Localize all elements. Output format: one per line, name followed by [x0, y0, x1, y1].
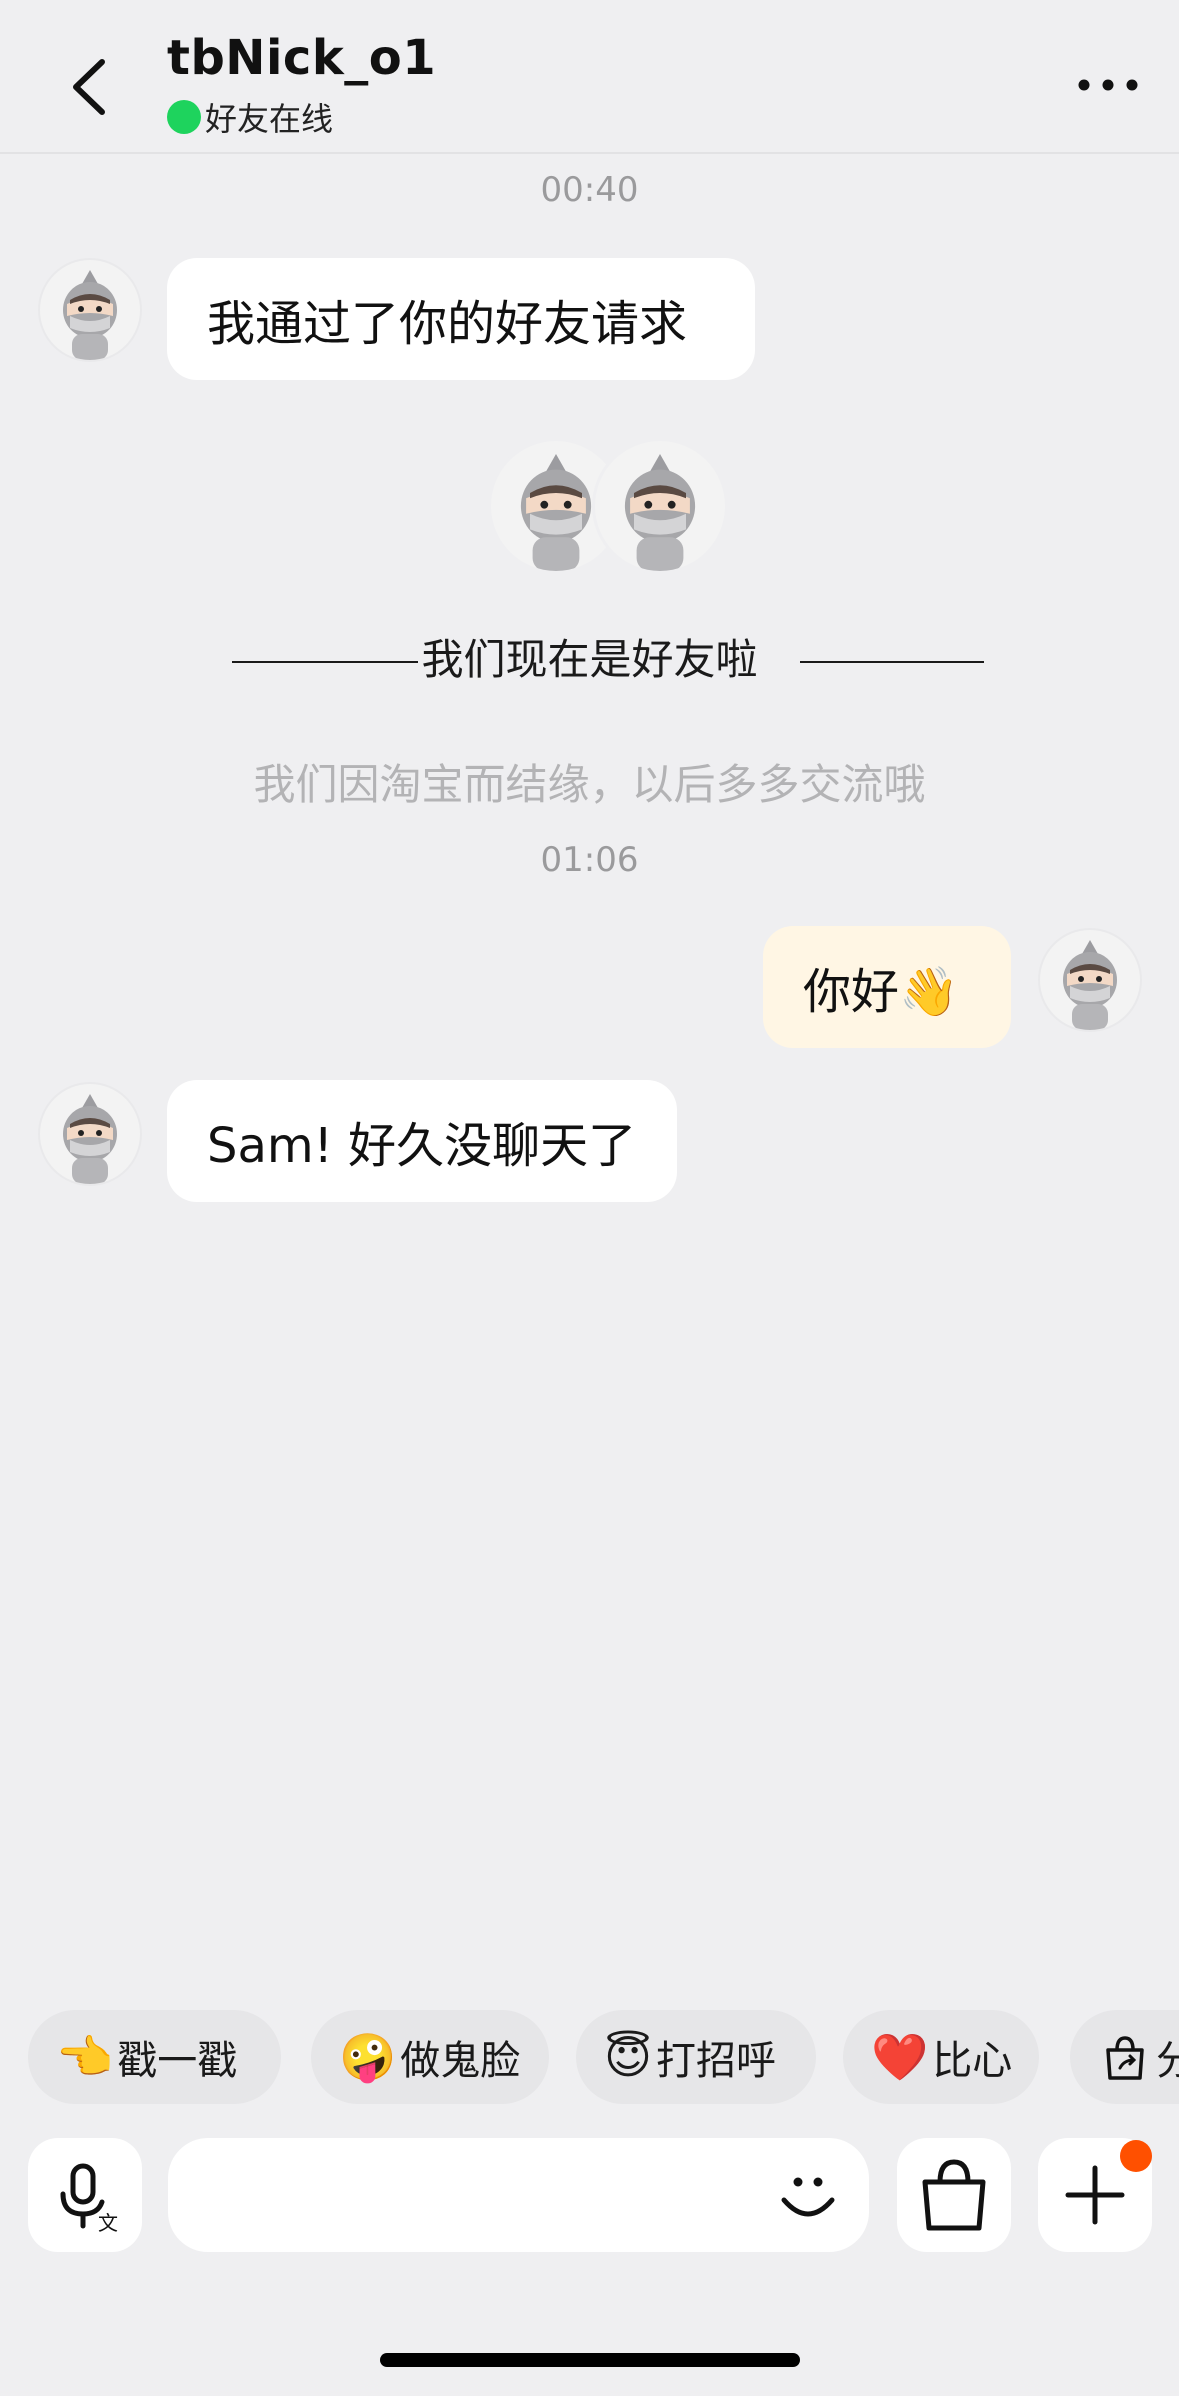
smile-icon[interactable] [768, 2156, 848, 2236]
notification-badge [1120, 2140, 1152, 2172]
avatar-ninja-icon [63, 270, 117, 360]
online-status: 好友在线 [167, 97, 334, 138]
avatar[interactable] [1038, 928, 1142, 1032]
shopping-bag-icon [922, 2159, 986, 2231]
online-dot-icon [167, 100, 201, 134]
timestamp: 00:40 [540, 170, 639, 210]
avatar-ninja-icon [63, 1094, 117, 1184]
heart-icon: ❤️ [871, 2029, 929, 2084]
more-dots-icon[interactable] [1076, 72, 1140, 98]
message-bubble-received[interactable]: Sam! 好久没聊天了 [167, 1080, 677, 1202]
chip-label: 做鬼脸 [400, 2038, 521, 2084]
avatar[interactable] [38, 1082, 142, 1186]
chat-title: tbNick_o1 [167, 30, 437, 86]
message-input[interactable] [168, 2138, 869, 2252]
quick-action-poke[interactable]: 👈 戳一戳 [28, 2010, 281, 2104]
share-bag-icon [1106, 2036, 1144, 2080]
friend-notice: 我们现在是好友啦 [421, 635, 758, 684]
friend-avatar [592, 438, 728, 574]
voice-button[interactable]: 文 [28, 2138, 142, 2252]
message-bubble-received[interactable]: 我通过了你的好友请求 [167, 258, 755, 380]
avatar[interactable] [38, 258, 142, 362]
quick-action-greet[interactable]: 😇 打招呼 [576, 2010, 816, 2104]
avatar-ninja-icon [1063, 940, 1117, 1030]
timestamp: 01:06 [540, 840, 639, 880]
voice-translate-icon: 文 [60, 2163, 118, 2235]
quick-action-face[interactable]: 🤪 做鬼脸 [311, 2010, 549, 2104]
chat-header: tbNick_o1 好友在线 [0, 0, 1179, 154]
quick-action-heart[interactable]: ❤️ 比心 [843, 2010, 1039, 2104]
zany-face-icon: 🤪 [339, 2029, 397, 2084]
chip-label: 比心 [932, 2038, 1013, 2084]
halo-face-icon: 😇 [604, 2030, 652, 2084]
home-indicator[interactable] [380, 2353, 800, 2367]
chip-label: 打招呼 [655, 2038, 776, 2084]
chip-label: 戳一戳 [117, 2038, 238, 2084]
online-status-text: 好友在线 [205, 100, 334, 138]
chevron-left-icon[interactable] [60, 52, 120, 122]
message-bubble-sent[interactable]: 你好👋 [763, 926, 1011, 1048]
quick-actions-bar: 👈 戳一戳 🤪 做鬼脸 😇 打招呼 ❤️ 比心 分 [28, 2010, 1179, 2104]
pointing-hand-icon: 👈 [56, 2029, 114, 2084]
shop-button[interactable] [897, 2138, 1011, 2252]
svg-text:文: 文 [98, 2211, 118, 2235]
chip-label: 分 [1156, 2038, 1179, 2084]
friend-hint: 我们因淘宝而结缘，以后多多交流哦 [253, 760, 926, 809]
avatar-ninja-icon [624, 454, 696, 571]
input-bar: 文 [0, 2138, 1179, 2252]
quick-action-share[interactable]: 分 [1070, 2010, 1179, 2104]
